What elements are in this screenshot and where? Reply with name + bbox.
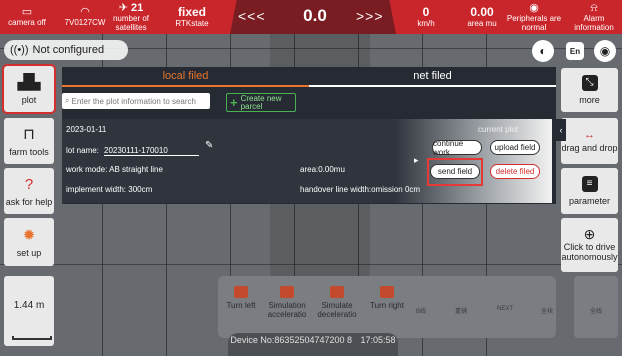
plot-area: area:0.00mu	[300, 165, 345, 174]
more-icon: ⤡	[581, 75, 598, 91]
full-line-button[interactable]: 全线	[581, 306, 611, 315]
set-up-button[interactable]: ✹ set up	[4, 218, 54, 266]
help-icon: ?	[24, 175, 34, 193]
bell-icon: ⍾	[590, 1, 598, 14]
sim-deceleration-button[interactable]: Simulate deceleratio	[314, 286, 360, 319]
parameter-button[interactable]: ≡ parameter	[561, 168, 618, 214]
accelerate-icon	[280, 286, 294, 298]
steering-icon: ⊕	[583, 225, 596, 242]
delete-field-button[interactable]: delete filed	[490, 164, 540, 179]
full-line-panel: 全线	[574, 276, 618, 338]
plot-button[interactable]: ▟▙ plot	[2, 64, 56, 114]
peripherals-icon: ◉	[529, 1, 539, 14]
implement-width: implement width: 300cm	[66, 185, 153, 194]
plus-icon: +	[230, 94, 238, 110]
deviation-value: 0.0	[303, 6, 327, 25]
camera-status[interactable]: ▭ camera off	[8, 0, 46, 34]
eye-icon: ◉	[599, 44, 611, 58]
plot-date: 2023-01-11	[66, 125, 107, 134]
repave-button[interactable]: 重铺	[446, 306, 476, 315]
config-status-pill[interactable]: ((•)) Not configured	[4, 40, 128, 60]
signal-icon: ((•))	[10, 44, 29, 56]
satellite-status: ✈ 21 number of satellites	[112, 1, 150, 32]
area-readout: 0.00 area mu	[467, 5, 497, 29]
right-deviation-arrows: >>>	[356, 8, 384, 24]
farm-tools-button[interactable]: ⊓ farm tools	[4, 118, 54, 164]
handover-width: handover line width:omission 0cm	[300, 185, 421, 194]
wifi-status: ◠ 7V0127CW	[64, 6, 106, 28]
scale-bar	[12, 336, 52, 340]
tab-net-field[interactable]: net filed	[309, 67, 556, 87]
drag-and-drop-button[interactable]: ↔ drag and drop	[561, 118, 618, 164]
sim-acceleration-button[interactable]: Simulation acceleratio	[264, 286, 310, 319]
tab-local-field[interactable]: local filed	[62, 67, 309, 87]
lot-name-label: lot name:	[66, 146, 99, 155]
language-button[interactable]: En	[566, 42, 584, 60]
decelerate-icon	[330, 286, 344, 298]
speed-readout: 0 km/h	[417, 5, 435, 29]
turn-left-icon	[234, 286, 248, 298]
drag-icon: ↔	[584, 128, 595, 141]
upload-field-button[interactable]: upload field	[490, 140, 540, 155]
search-icon: ⌕	[65, 96, 70, 105]
peripherals-status[interactable]: ◉ Peripherals are normal	[506, 0, 562, 34]
autonomous-drive-button[interactable]: ⊕ Click to drive autonomously	[561, 218, 618, 272]
continue-work-button[interactable]: continue work	[432, 139, 482, 157]
plot-search-input[interactable]: ⌕ Enter the plot information to search	[62, 93, 210, 109]
camera-icon: ▭	[21, 6, 33, 18]
turn-left-button[interactable]: Turn left	[218, 286, 264, 310]
plot-tabs: local filed net filed	[62, 67, 556, 87]
turn-right-icon	[380, 286, 394, 298]
control-panel: Turn left Simulation acceleratio Simulat…	[218, 276, 556, 338]
panel-collapse-button[interactable]: ‹	[556, 119, 566, 141]
night-mode-button[interactable]: ◐	[532, 40, 554, 62]
status-bar: ▭ camera off ◠ 7V0127CW ✈ 21 number of s…	[0, 0, 622, 34]
lot-name-value[interactable]: 20230111-170010	[104, 146, 199, 156]
turn-right-button[interactable]: Turn right	[364, 286, 410, 310]
chevron-left-icon: ‹	[559, 125, 563, 135]
view-toggle-button[interactable]: ◉	[594, 40, 616, 62]
sliders-icon: ≡	[581, 176, 598, 192]
satellite-icon: ✈	[118, 1, 128, 14]
current-plot-label: current plot	[478, 125, 519, 134]
left-deviation-arrows: <<<	[238, 8, 266, 24]
send-field-highlight	[427, 158, 483, 186]
alarm-status[interactable]: ⍾ Alarm information	[566, 0, 622, 34]
work-mode: work mode: AB straight line	[66, 165, 163, 174]
tool-icon: ⊓	[23, 125, 35, 143]
map-scale: 1.44 m	[4, 276, 54, 346]
wifi-icon: ◠	[80, 6, 90, 18]
moon-icon: ◐	[539, 44, 547, 58]
edit-icon[interactable]: ✎	[205, 140, 213, 151]
full-block-button[interactable]: 全块	[532, 306, 562, 315]
create-parcel-button[interactable]: + Create new parcel	[226, 93, 296, 112]
device-info: Device No:86352504747200 8 17:05:58	[228, 333, 398, 356]
b-line-button[interactable]: B线	[406, 306, 436, 315]
more-button[interactable]: ⤡ more	[561, 68, 618, 112]
pointer-icon: ▸	[414, 155, 419, 165]
field-icon: ▟▙	[17, 73, 41, 91]
next-button[interactable]: NEXT	[490, 306, 520, 312]
ask-for-help-button[interactable]: ? ask for help	[4, 168, 54, 214]
gear-icon: ✹	[22, 226, 36, 244]
rtk-status: fixed RTKstate	[175, 5, 209, 29]
satellites-count: 21	[131, 1, 144, 14]
